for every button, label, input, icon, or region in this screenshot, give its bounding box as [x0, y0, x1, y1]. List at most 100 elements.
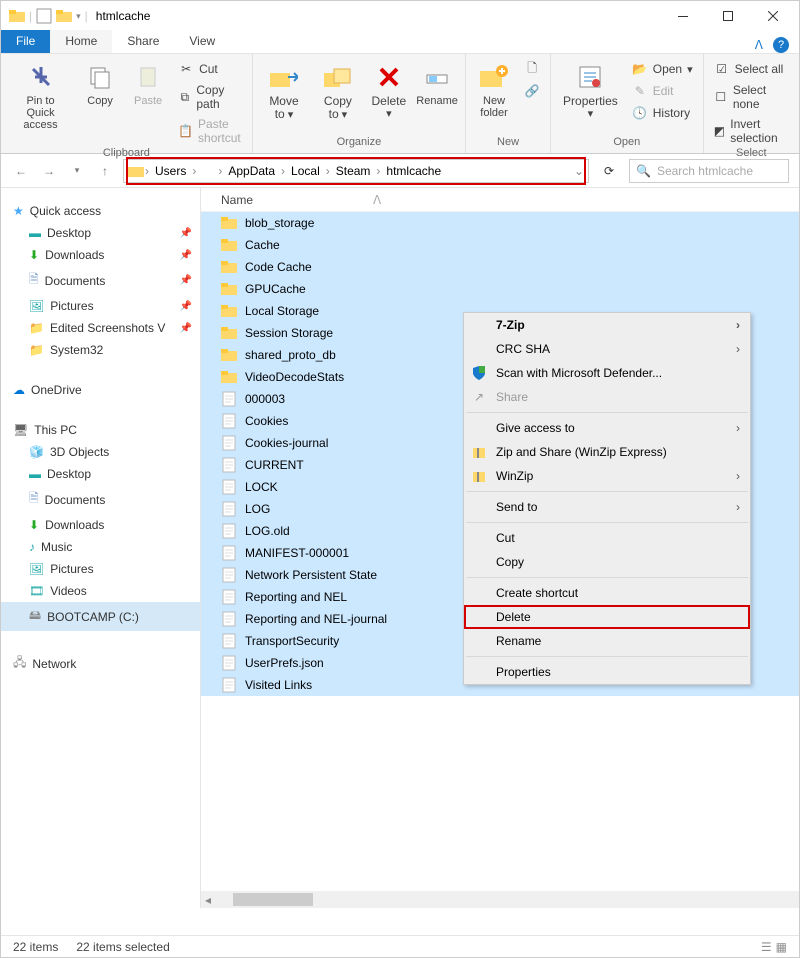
invert-selection-button[interactable]: ◩Invert selection: [710, 115, 793, 147]
sidebar-item-3dobjects[interactable]: 🧊3D Objects: [1, 441, 200, 463]
move-to-button[interactable]: Move to ▾: [259, 57, 309, 125]
pin-quick-access-button[interactable]: Pin to Quick access: [7, 57, 74, 135]
open-button[interactable]: 📂Open ▾: [628, 59, 697, 79]
sidebar-item-pictures2[interactable]: 🖼Pictures: [1, 558, 200, 580]
file-name: Cookies: [245, 414, 288, 428]
edit-icon: ✎: [632, 83, 648, 99]
select-none-button[interactable]: ☐Select none: [710, 81, 793, 113]
onedrive[interactable]: ☁OneDrive: [1, 379, 200, 401]
cloud-icon: ☁: [13, 383, 25, 397]
properties-button[interactable]: Properties ▾: [557, 57, 624, 124]
chevron-right-icon: ›: [736, 421, 740, 435]
sidebar-item-videos[interactable]: 🎞Videos: [1, 580, 200, 602]
sidebar-item-music[interactable]: ♪Music: [1, 536, 200, 558]
sidebar-item-pictures[interactable]: 🖼Pictures📌: [1, 295, 200, 317]
context-winzip[interactable]: WinZip›: [464, 464, 750, 488]
list-item[interactable]: GPUCache: [201, 278, 799, 300]
list-item[interactable]: Cache: [201, 234, 799, 256]
folder-icon: 📁: [29, 321, 44, 335]
list-item[interactable]: blob_storage: [201, 212, 799, 234]
context-send-to[interactable]: Send to›: [464, 495, 750, 519]
crumb-users[interactable]: Users: [150, 164, 191, 178]
column-header[interactable]: Nameᐱ: [201, 188, 799, 212]
context--zip[interactable]: 7-Zip›: [464, 313, 750, 337]
quick-access[interactable]: ★Quick access: [1, 200, 200, 222]
help-icon[interactable]: ?: [773, 37, 789, 53]
new-folder-button[interactable]: New folder: [472, 57, 516, 123]
recent-dropdown[interactable]: ▾: [67, 165, 87, 176]
list-item[interactable]: Code Cache: [201, 256, 799, 278]
context-cut[interactable]: Cut: [464, 526, 750, 550]
sidebar-item-desktop2[interactable]: ▬Desktop: [1, 463, 200, 485]
chevron-icon[interactable]: ›: [145, 164, 149, 178]
sidebar-item-bootcamp[interactable]: 🖴BOOTCAMP (C:): [1, 602, 200, 631]
share-tab[interactable]: Share: [112, 30, 174, 53]
context-create-shortcut[interactable]: Create shortcut: [464, 581, 750, 605]
this-pc[interactable]: 🖥This PC: [1, 419, 200, 441]
edit-button[interactable]: ✎Edit: [628, 81, 697, 101]
crumb-local[interactable]: Local: [286, 164, 325, 178]
view-tab[interactable]: View: [174, 30, 230, 53]
copy-button[interactable]: Copy: [78, 57, 122, 111]
search-input[interactable]: 🔍 Search htmlcache: [629, 159, 789, 183]
maximize-button[interactable]: [705, 2, 750, 30]
paste-button[interactable]: Paste: [126, 57, 170, 111]
sidebar-item-desktop[interactable]: ▬Desktop📌: [1, 222, 200, 244]
up-button[interactable]: ↑: [95, 164, 115, 178]
context-copy[interactable]: Copy: [464, 550, 750, 574]
select-all-button[interactable]: ☑Select all: [710, 59, 793, 79]
breadcrumb[interactable]: › Users› › AppData› Local› Steam› htmlca…: [123, 159, 589, 183]
refresh-button[interactable]: ⟳: [597, 164, 621, 178]
home-tab[interactable]: Home: [50, 30, 112, 53]
chevron-right-icon: ›: [736, 318, 740, 332]
context-give-access-to[interactable]: Give access to›: [464, 416, 750, 440]
sidebar-item-documents2[interactable]: 🗎Documents: [1, 485, 200, 514]
sidebar-item-downloads2[interactable]: ⬇Downloads: [1, 514, 200, 536]
qat-folder-icon[interactable]: [56, 8, 72, 24]
scissors-icon: ✂: [178, 61, 194, 77]
paste-shortcut-button[interactable]: 📋Paste shortcut: [174, 115, 246, 147]
copy-path-button[interactable]: ⧉Copy path: [174, 81, 246, 113]
context-rename[interactable]: Rename: [464, 629, 750, 653]
rename-button[interactable]: Rename: [415, 57, 459, 111]
sidebar-item-documents[interactable]: 🗎Documents📌: [1, 266, 200, 295]
network[interactable]: 🖧Network: [1, 649, 200, 678]
new-item-button[interactable]: 🗋: [520, 59, 544, 79]
ribbon: Pin to Quick access Copy Paste ✂Cut ⧉Cop…: [1, 54, 799, 154]
qat-dropdown-icon[interactable]: ▾: [76, 11, 81, 22]
file-name: VideoDecodeStats: [245, 370, 344, 384]
minimize-button[interactable]: [660, 2, 705, 30]
paste-shortcut-icon: 📋: [178, 123, 193, 139]
context-properties[interactable]: Properties: [464, 660, 750, 684]
sidebar-item-downloads[interactable]: ⬇Downloads📌: [1, 244, 200, 266]
crumb-htmlcache[interactable]: htmlcache: [381, 164, 446, 178]
context-scan-with-microsoft-defender-[interactable]: Scan with Microsoft Defender...: [464, 361, 750, 385]
sidebar-item-screenshots[interactable]: 📁Edited Screenshots V📌: [1, 317, 200, 339]
breadcrumb-dropdown-icon[interactable]: ⌄: [574, 164, 584, 178]
context-share[interactable]: ↗Share: [464, 385, 750, 409]
context-delete[interactable]: Delete: [464, 605, 750, 629]
file-icon: [221, 391, 237, 407]
tiles-view-icon[interactable]: ▦: [776, 940, 787, 954]
forward-button[interactable]: →: [39, 164, 59, 178]
sidebar: ★Quick access ▬Desktop📌 ⬇Downloads📌 🗎Doc…: [1, 188, 201, 908]
folder-icon: [221, 303, 237, 319]
context-zip-and-share-winzip-express-[interactable]: Zip and Share (WinZip Express): [464, 440, 750, 464]
collapse-ribbon-icon[interactable]: ᐱ: [755, 38, 763, 52]
context-crc-sha[interactable]: CRC SHA›: [464, 337, 750, 361]
back-button[interactable]: ←: [11, 164, 31, 178]
history-button[interactable]: 🕓History: [628, 103, 697, 123]
sidebar-item-system32[interactable]: 📁System32: [1, 339, 200, 361]
file-tab[interactable]: File: [1, 30, 50, 53]
easy-access-button[interactable]: 🔗: [520, 81, 544, 101]
close-button[interactable]: [750, 2, 795, 30]
crumb-appdata[interactable]: AppData: [223, 164, 280, 178]
qat-checkbox-icon[interactable]: [36, 8, 52, 24]
crumb-steam[interactable]: Steam: [331, 164, 376, 178]
delete-button[interactable]: Delete ▾: [367, 57, 411, 124]
copy-to-button[interactable]: Copy to ▾: [313, 57, 362, 125]
cut-button[interactable]: ✂Cut: [174, 59, 246, 79]
details-view-icon[interactable]: ☰: [761, 940, 772, 954]
horizontal-scrollbar[interactable]: ◂: [201, 891, 799, 908]
pin-icon: 📌: [180, 228, 192, 239]
